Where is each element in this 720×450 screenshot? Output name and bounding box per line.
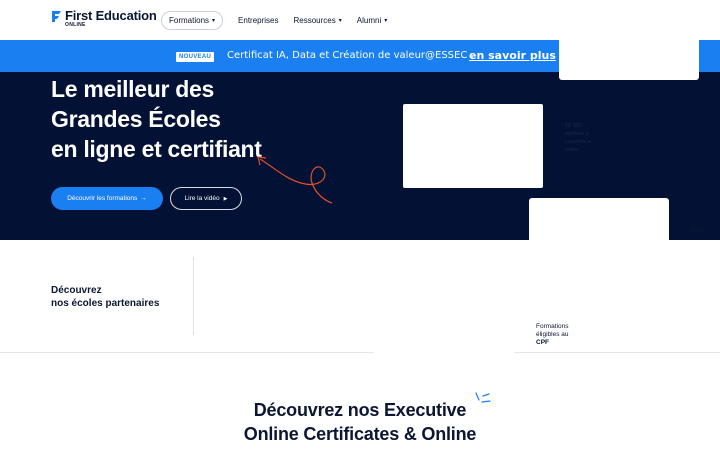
curved-arrow-icon: [257, 156, 333, 204]
nav-item-label: Ressources: [293, 16, 336, 25]
partners-title-line: Découvrez: [51, 285, 102, 296]
vertical-divider: [193, 257, 194, 335]
button-label: Découvrir les formations: [67, 195, 138, 202]
button-label: Lire la vidéo: [184, 195, 220, 202]
discover-courses-button[interactable]: Découvrir les formations →: [51, 187, 163, 210]
logo-title: First Education: [65, 8, 157, 23]
executive-certificates-heading: Découvrez nos Executive Online Certifica…: [0, 398, 720, 446]
partners-section: Découvrez nos écoles partenaires Formati…: [0, 240, 720, 353]
chevron-down-icon: ▾: [338, 18, 342, 24]
new-badge: NOUVEAU: [176, 52, 215, 62]
partners-title: Découvrez nos écoles partenaires: [51, 284, 159, 310]
banner-text: Certificat IA, Data et Création de valeu…: [227, 50, 474, 61]
chevron-down-icon: ▾: [384, 18, 388, 24]
hero-title-line: Grandes Écoles: [51, 106, 221, 132]
graduates-stat: 18 000 diplômé s couverts u voies: [565, 123, 591, 153]
partners-title-line: nos écoles partenaires: [51, 298, 160, 309]
nav-item-entreprises[interactable]: Entreprises: [238, 12, 278, 29]
cpf-line: CPF: [536, 339, 549, 346]
satisfaction-stat-line: 93% d: [691, 228, 709, 234]
logo-subtitle: ONLINE: [65, 22, 86, 28]
heading-line: Découvrez nos Executive: [253, 400, 467, 420]
site-header: First Education ONLINE Formations ▾ Entr…: [0, 0, 720, 40]
nav-item-formations[interactable]: Formations ▾: [161, 11, 224, 30]
nav-item-label: Entreprises: [238, 16, 279, 25]
nav-item-label: Formations: [169, 16, 210, 25]
floating-card-bottom: [374, 352, 514, 358]
arrow-right-icon: →: [140, 195, 147, 202]
cpf-eligibility-label: Formations éligibles au CPF: [536, 323, 569, 347]
logo-mark-icon: [52, 11, 61, 22]
logo[interactable]: First Education ONLINE: [51, 9, 157, 28]
cpf-line: Formations: [536, 323, 569, 330]
nav-item-label: Alumni: [356, 16, 382, 25]
watch-video-button[interactable]: Lire la vidéo ▶: [170, 187, 242, 210]
hero-image-card: [403, 104, 543, 188]
hero-title: Le meilleur des Grandes Écoles en ligne …: [51, 74, 262, 164]
hero-title-line: en ligne et certifiant: [51, 136, 262, 162]
cpf-line: éligibles au: [536, 331, 569, 338]
play-icon: ▶: [223, 195, 228, 202]
chevron-down-icon: ▾: [212, 18, 216, 24]
nav-item-alumni[interactable]: Alumni ▾: [357, 12, 387, 29]
nav-item-ressources[interactable]: Ressources ▾: [294, 12, 342, 29]
heading-line: Online Certificates & Online: [243, 424, 477, 444]
banner-learn-more-link[interactable]: en savoir plus: [469, 49, 556, 62]
hero-title-line: Le meilleur des: [51, 76, 214, 102]
floating-card-top: [559, 40, 699, 80]
main-nav: Formations ▾ Entreprises Ressources ▾ Al…: [161, 11, 402, 30]
